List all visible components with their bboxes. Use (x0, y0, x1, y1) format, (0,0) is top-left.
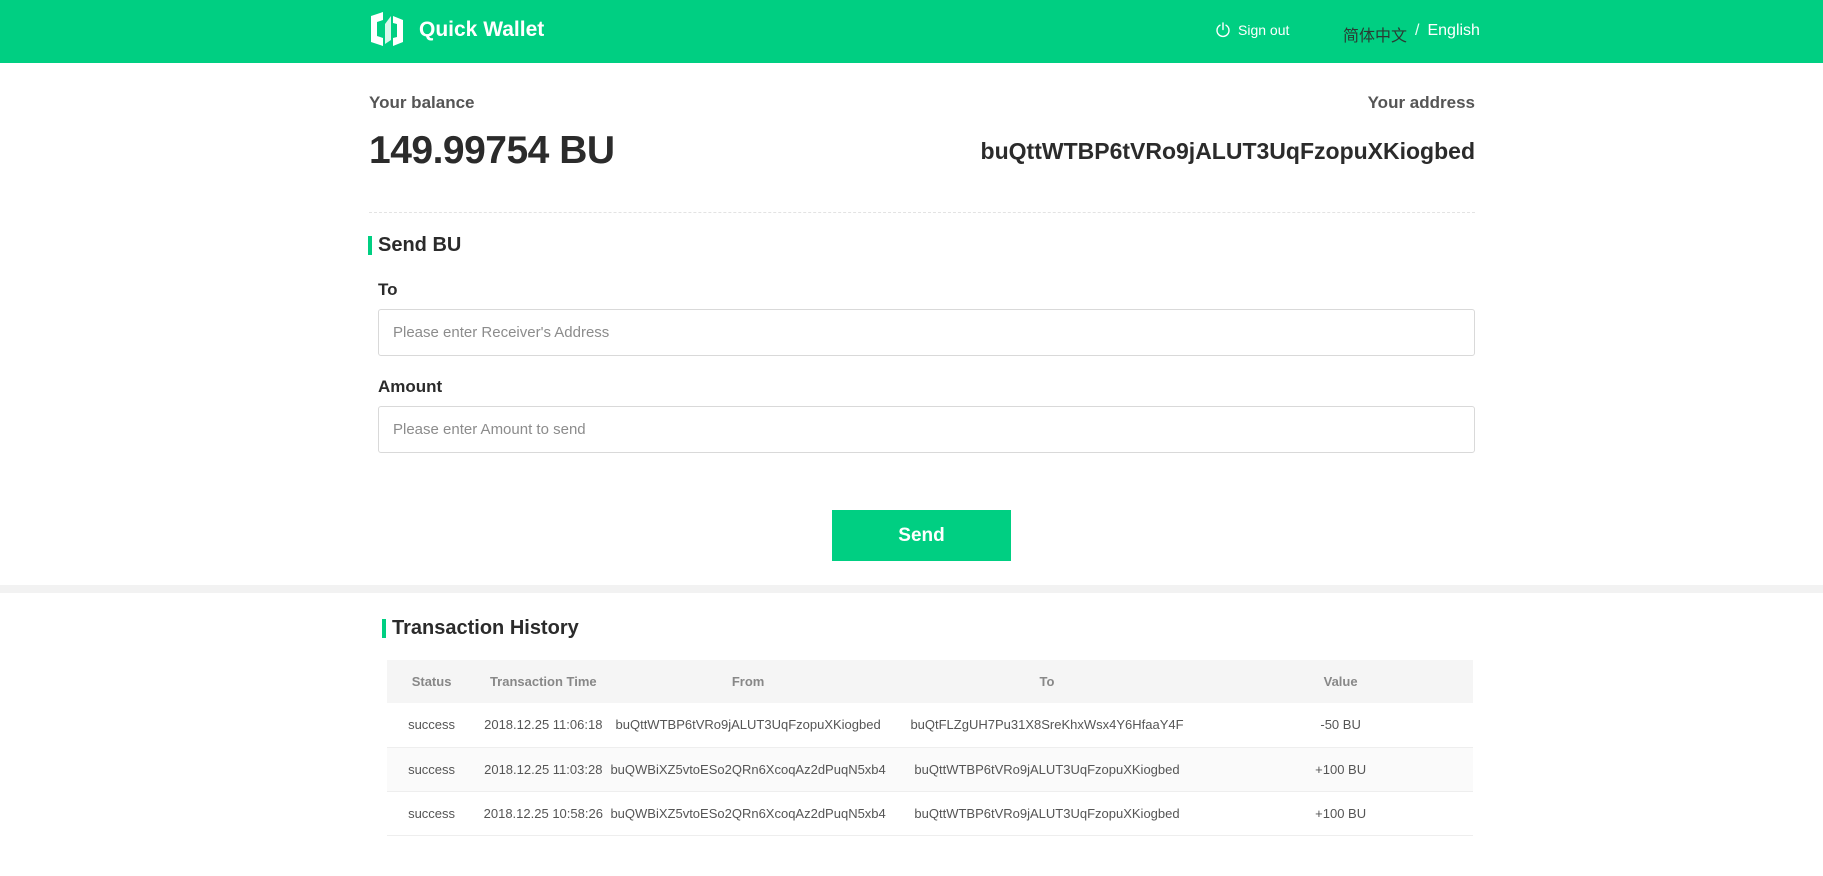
cell-status: success (387, 747, 477, 792)
send-button[interactable]: Send (832, 510, 1011, 561)
table-row: success 2018.12.25 11:03:28 buQWBiXZ5vto… (387, 747, 1473, 792)
quick-wallet-logo[interactable] (368, 10, 406, 48)
title-accent-bar (368, 236, 372, 255)
cell-from: buQttWTBP6tVRo9jALUT3UqFzopuXKiogbed (610, 703, 886, 748)
history-section-title: Transaction History (382, 617, 579, 640)
lang-chinese-link[interactable]: 简体中文 (1343, 22, 1407, 46)
section-divider (369, 212, 1475, 213)
cell-value: -50 BU (1208, 703, 1473, 748)
column-header-to: To (885, 660, 1209, 703)
lang-separator: / (1415, 22, 1420, 39)
address-label: Your address (1367, 93, 1475, 112)
top-bar: Quick Wallet Sign out 简体中文 / English (0, 0, 1823, 63)
transaction-table: Status Transaction Time From To Value su… (387, 660, 1473, 836)
cell-time: 2018.12.25 11:03:28 (476, 747, 611, 792)
table-header-row: Status Transaction Time From To Value (387, 660, 1473, 703)
cell-from: buQWBiXZ5vtoESo2QRn6XcoqAz2dPuqN5xb4 (610, 747, 886, 792)
address-value: buQttWTBP6tVRo9jALUT3UqFzopuXKiogbed (980, 138, 1475, 164)
send-section-title: Send BU (368, 234, 461, 257)
cell-value: +100 BU (1208, 791, 1473, 836)
cell-value: +100 BU (1208, 747, 1473, 792)
cell-to: buQttWTBP6tVRo9jALUT3UqFzopuXKiogbed (885, 791, 1209, 836)
table-row: success 2018.12.25 11:06:18 buQttWTBP6tV… (387, 703, 1473, 748)
sign-out-button[interactable]: Sign out (1215, 22, 1289, 38)
amount-input[interactable] (378, 406, 1475, 453)
power-icon (1216, 22, 1230, 38)
section-separator-band (0, 585, 1823, 593)
cell-to: buQtFLZgUH7Pu31X8SreKhxWsx4Y6HfaaY4F (885, 703, 1209, 748)
language-switcher: 简体中文 / English (1343, 22, 1480, 46)
to-label: To (378, 280, 398, 299)
lang-english-link[interactable]: English (1427, 22, 1479, 46)
column-header-value: Value (1208, 660, 1473, 703)
balance-value: 149.99754 BU (369, 129, 615, 172)
cell-time: 2018.12.25 10:58:26 (476, 791, 611, 836)
cell-status: success (387, 791, 477, 836)
cell-status: success (387, 703, 477, 748)
amount-label: Amount (378, 377, 443, 396)
cell-from: buQWBiXZ5vtoESo2QRn6XcoqAz2dPuqN5xb4 (610, 791, 886, 836)
history-title-text: Transaction History (392, 617, 579, 639)
cell-time: 2018.12.25 11:06:18 (476, 703, 611, 748)
column-header-status: Status (387, 660, 477, 703)
column-header-from: From (610, 660, 886, 703)
brand-name[interactable]: Quick Wallet (419, 18, 544, 42)
table-row: success 2018.12.25 10:58:26 buQWBiXZ5vto… (387, 791, 1473, 836)
balance-label: Your balance (369, 93, 475, 112)
send-title-text: Send BU (378, 234, 462, 256)
receiver-address-input[interactable] (378, 309, 1475, 356)
cell-to: buQttWTBP6tVRo9jALUT3UqFzopuXKiogbed (885, 747, 1209, 792)
title-accent-bar (382, 619, 386, 638)
column-header-time: Transaction Time (476, 660, 611, 703)
sign-out-label: Sign out (1238, 22, 1290, 38)
